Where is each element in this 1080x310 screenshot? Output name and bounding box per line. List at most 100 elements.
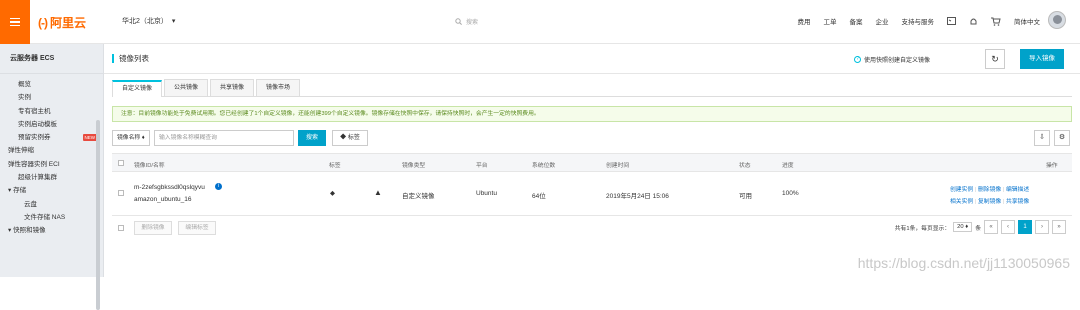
global-search[interactable]: 搜索	[455, 13, 595, 29]
image-tabs: 自定义镜像 公共镜像 共享镜像 镜像市场	[112, 79, 1072, 97]
bulk-edit-tags-button[interactable]: 编辑标签	[178, 221, 216, 235]
gear-icon[interactable]: ⚙	[1054, 130, 1070, 146]
footer-select-all-checkbox[interactable]	[118, 225, 124, 231]
region-label: 华北2（北京）	[122, 16, 168, 26]
share-image-link[interactable]: 共享镜像	[1006, 199, 1029, 205]
search-icon	[455, 18, 462, 25]
image-type: 自定义镜像	[402, 190, 435, 200]
logo-text: 阿里云	[50, 14, 86, 31]
tag-filter-button[interactable]: ◆ 标签	[332, 130, 368, 146]
bulk-delete-button[interactable]: 删除镜像	[134, 221, 172, 235]
sidebar-item-overview[interactable]: 概览	[0, 78, 103, 91]
col-status: 状态	[739, 160, 751, 169]
export-icon[interactable]: ⇩	[1034, 130, 1050, 146]
page-title: 镜像列表	[112, 54, 149, 63]
sidebar-scrollbar[interactable]	[96, 120, 100, 310]
page-header: 镜像列表 ?使用快照创建自定义镜像 ↻ 导入镜像	[104, 44, 1080, 74]
sidebar-item-reserved-instance[interactable]: 预留实例券 NEW	[0, 131, 103, 144]
nav-support[interactable]: 支持与服务	[902, 16, 935, 26]
nav-enterprise[interactable]: 企业	[876, 16, 889, 26]
tag-icon: ◆	[340, 135, 346, 141]
sidebar: 云服务器 ECS 概览 实例 专有宿主机 实例启动模板 预留实例券 NEW 弹性伸…	[0, 44, 104, 277]
tab-image-market[interactable]: 镜像市场	[256, 79, 300, 96]
copy-image-link[interactable]: 复制镜像	[978, 199, 1001, 205]
tab-custom-images[interactable]: 自定义镜像	[112, 80, 162, 97]
image-name: amazon_ubuntu_16	[134, 196, 191, 203]
nav-fees[interactable]: 费用	[798, 16, 811, 26]
edit-description-link[interactable]: 编辑描述	[1006, 187, 1029, 193]
sidebar-item-dedicated-host[interactable]: 专有宿主机	[0, 105, 103, 118]
sidebar-item-scc[interactable]: 超级计算集群	[0, 171, 103, 184]
table-footer: 删除镜像 编辑标签 共有1条，每页显示： 20 ♦ 条 « ‹ 1 › »	[112, 216, 1072, 242]
sidebar-item-disks[interactable]: 云盘	[0, 198, 103, 211]
import-image-button[interactable]: 导入镜像	[1020, 49, 1064, 69]
delete-image-link[interactable]: 删除镜像	[978, 187, 1001, 193]
status: 可用	[739, 190, 752, 200]
filter-field-select[interactable]: 镜像名称 ♦	[112, 130, 150, 146]
pager-summary: 共有1条，每页显示：	[895, 223, 950, 232]
page-size-select[interactable]: 20 ♦	[953, 222, 972, 232]
nav-tickets[interactable]: 工单	[824, 16, 837, 26]
sidebar-item-label: 预留实例券	[18, 134, 51, 141]
refresh-button[interactable]: ↻	[985, 49, 1005, 69]
sidebar-item-eci[interactable]: 弹性容器实例 ECI	[0, 158, 103, 171]
question-icon: ?	[854, 56, 861, 63]
sidebar-item-autoscaling[interactable]: 弹性伸缩	[0, 144, 103, 157]
col-bits: 系统位数	[532, 160, 555, 169]
first-page-button[interactable]: «	[984, 220, 998, 234]
search-button[interactable]: 搜索	[298, 130, 326, 146]
col-created: 创建时间	[606, 160, 629, 169]
col-type: 镜像类型	[402, 160, 425, 169]
top-nav: 费用 工单 备案 企业 支持与服务 简体中文	[798, 16, 1041, 26]
pager-unit: 条	[975, 223, 981, 232]
tag-filter-label: 标签	[348, 135, 360, 141]
sidebar-item-instances[interactable]: 实例	[0, 91, 103, 104]
col-progress: 进度	[782, 160, 794, 169]
row-actions-2: 相关实例 | 复制镜像 | 共享镜像	[950, 196, 1029, 205]
row-checkbox[interactable]	[118, 190, 124, 196]
chevron-down-icon: ▾	[172, 17, 176, 25]
new-badge: NEW	[83, 134, 98, 141]
menu-button[interactable]	[0, 0, 30, 44]
terminal-icon[interactable]	[947, 17, 956, 25]
image-table: 镜像ID/名称 标签 镜像类型 平台 系统位数 创建时间 状态 进度 操作 m-…	[112, 153, 1072, 242]
aliyun-logo[interactable]: (-) 阿里云	[38, 14, 86, 31]
sidebar-item-launch-template[interactable]: 实例启动模板	[0, 118, 103, 131]
watermark: https://blog.csdn.net/jj1130050965	[858, 255, 1070, 271]
sidebar-title: 云服务器 ECS	[0, 44, 103, 74]
col-id-name: 镜像ID/名称	[134, 160, 165, 169]
bell-icon[interactable]	[969, 17, 978, 26]
language-switch[interactable]: 简体中文	[1014, 16, 1040, 26]
last-page-button[interactable]: »	[1052, 220, 1066, 234]
next-page-button[interactable]: ›	[1035, 220, 1049, 234]
page-1-button[interactable]: 1	[1018, 220, 1032, 234]
related-instances-link[interactable]: 相关实例	[950, 199, 973, 205]
col-actions: 操作	[1046, 160, 1058, 169]
tag-icon[interactable]: ◆	[330, 189, 335, 197]
cart-icon[interactable]	[991, 17, 1001, 26]
sidebar-group-snapshots-images[interactable]: ▾ 快照和镜像	[0, 224, 103, 237]
progress: 100%	[782, 190, 799, 197]
help-link-label: 使用快照创建自定义镜像	[864, 55, 930, 64]
top-bar: (-) 阿里云 华北2（北京） ▾ 搜索 费用 工单 备案 企业 支持与服务 简…	[0, 0, 1080, 44]
create-instance-link[interactable]: 创建实例	[950, 187, 973, 193]
image-id[interactable]: m-2zefsgbkssdl0qslqyvu	[134, 184, 205, 191]
avatar[interactable]	[1048, 11, 1066, 29]
sidebar-item-nas[interactable]: 文件存储 NAS	[0, 211, 103, 224]
prev-page-button[interactable]: ‹	[1001, 220, 1015, 234]
info-icon[interactable]: i	[215, 183, 222, 190]
tab-public-images[interactable]: 公共镜像	[164, 79, 208, 96]
col-platform: 平台	[476, 160, 488, 169]
hamburger-icon	[10, 18, 20, 26]
sidebar-group-storage[interactable]: ▾ 存储	[0, 184, 103, 197]
filter-bar: 镜像名称 ♦ 输入镜像名称模糊查询 搜索 ◆ 标签 ⇩ ⚙	[112, 130, 1072, 148]
search-placeholder: 搜索	[466, 17, 478, 26]
help-link[interactable]: ?使用快照创建自定义镜像	[854, 55, 930, 64]
search-input[interactable]: 输入镜像名称模糊查询	[154, 130, 294, 146]
select-all-checkbox[interactable]	[118, 160, 124, 166]
tab-shared-images[interactable]: 共享镜像	[210, 79, 254, 96]
logo-mark: (-)	[38, 16, 47, 30]
region-selector[interactable]: 华北2（北京） ▾	[122, 16, 175, 26]
nav-icp[interactable]: 备案	[850, 16, 863, 26]
pagination: 共有1条，每页显示： 20 ♦ 条 « ‹ 1 › »	[895, 220, 1066, 234]
